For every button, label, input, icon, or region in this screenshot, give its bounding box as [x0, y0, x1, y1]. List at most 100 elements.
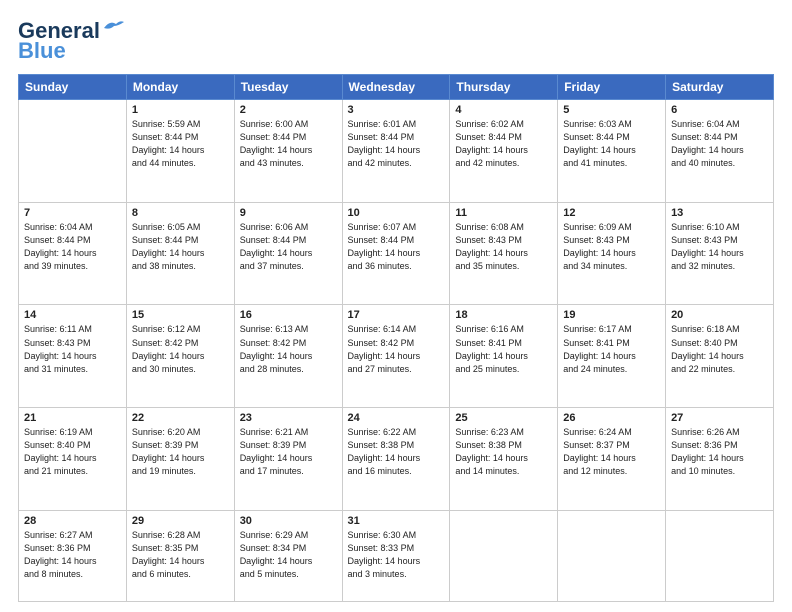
- calendar-cell: 26 Sunrise: 6:24 AM Sunset: 8:37 PM Dayli…: [558, 408, 666, 511]
- day-number: 22: [132, 412, 229, 424]
- day-number: 8: [132, 207, 229, 219]
- calendar-cell: 16 Sunrise: 6:13 AM Sunset: 8:42 PM Dayli…: [234, 305, 342, 408]
- day-info: Sunrise: 6:03 AM Sunset: 8:44 PM Dayligh…: [563, 118, 660, 170]
- calendar-cell: 18Sunrise: 6:16 AM Sunset: 8:41 PM Dayli…: [450, 305, 558, 408]
- day-number: 1: [132, 104, 229, 116]
- calendar-cell: [19, 100, 127, 203]
- day-number: 5: [563, 104, 660, 116]
- weekday-header: Tuesday: [234, 75, 342, 100]
- calendar-cell: 6Sunrise: 6:04 AM Sunset: 8:44 PM Daylig…: [666, 100, 774, 203]
- day-info: Sunrise: 6:01 AM Sunset: 8:44 PM Dayligh…: [348, 118, 445, 170]
- day-number: 13: [671, 207, 768, 219]
- calendar-cell: 31 Sunrise: 6:30 AM Sunset: 8:33 PM Dayli…: [342, 510, 450, 601]
- calendar-cell: 4 Sunrise: 6:02 AM Sunset: 8:44 PM Daylig…: [450, 100, 558, 203]
- day-info: Sunrise: 6:14 AM Sunset: 8:42 PM Dayligh…: [348, 323, 445, 375]
- weekday-header: Friday: [558, 75, 666, 100]
- day-number: 4: [455, 104, 552, 116]
- day-info: Sunrise: 6:24 AM Sunset: 8:37 PM Dayligh…: [563, 426, 660, 478]
- calendar-cell: 22 Sunrise: 6:20 AM Sunset: 8:39 PM Dayli…: [126, 408, 234, 511]
- calendar-cell: 27Sunrise: 6:26 AM Sunset: 8:36 PM Dayli…: [666, 408, 774, 511]
- calendar-header: SundayMondayTuesdayWednesdayThursdayFrid…: [19, 75, 774, 100]
- calendar-cell: 23 Sunrise: 6:21 AM Sunset: 8:39 PM Dayli…: [234, 408, 342, 511]
- day-info: Sunrise: 6:20 AM Sunset: 8:39 PM Dayligh…: [132, 426, 229, 478]
- day-info: Sunrise: 6:30 AM Sunset: 8:33 PM Dayligh…: [348, 529, 445, 581]
- day-number: 10: [348, 207, 445, 219]
- day-info: Sunrise: 6:18 AM Sunset: 8:40 PM Dayligh…: [671, 323, 768, 375]
- day-info: Sunrise: 6:07 AM Sunset: 8:44 PM Dayligh…: [348, 221, 445, 273]
- logo-blue: Blue: [18, 38, 66, 64]
- calendar-cell: 15 Sunrise: 6:12 AM Sunset: 8:42 PM Dayli…: [126, 305, 234, 408]
- calendar-week-row: 14 Sunrise: 6:11 AM Sunset: 8:43 PM Dayli…: [19, 305, 774, 408]
- day-number: 26: [563, 412, 660, 424]
- calendar-cell: 30Sunrise: 6:29 AM Sunset: 8:34 PM Dayli…: [234, 510, 342, 601]
- calendar-cell: 25 Sunrise: 6:23 AM Sunset: 8:38 PM Dayli…: [450, 408, 558, 511]
- calendar-cell: 2 Sunrise: 6:00 AM Sunset: 8:44 PM Daylig…: [234, 100, 342, 203]
- weekday-header: Wednesday: [342, 75, 450, 100]
- day-info: Sunrise: 6:22 AM Sunset: 8:38 PM Dayligh…: [348, 426, 445, 478]
- day-number: 9: [240, 207, 337, 219]
- day-info: Sunrise: 6:10 AM Sunset: 8:43 PM Dayligh…: [671, 221, 768, 273]
- day-number: 31: [348, 515, 445, 527]
- logo-bird-icon: [102, 18, 124, 36]
- page: General Blue SundayMondayTuesdayWednesda…: [0, 0, 792, 612]
- day-info: Sunrise: 6:26 AM Sunset: 8:36 PM Dayligh…: [671, 426, 768, 478]
- day-number: 7: [24, 207, 121, 219]
- day-info: Sunrise: 6:27 AM Sunset: 8:36 PM Dayligh…: [24, 529, 121, 581]
- day-info: Sunrise: 6:12 AM Sunset: 8:42 PM Dayligh…: [132, 323, 229, 375]
- day-number: 23: [240, 412, 337, 424]
- calendar-cell: 9 Sunrise: 6:06 AM Sunset: 8:44 PM Daylig…: [234, 202, 342, 305]
- calendar-cell: 17 Sunrise: 6:14 AM Sunset: 8:42 PM Dayli…: [342, 305, 450, 408]
- calendar-cell: [666, 510, 774, 601]
- weekday-row: SundayMondayTuesdayWednesdayThursdayFrid…: [19, 75, 774, 100]
- calendar-cell: 3 Sunrise: 6:01 AM Sunset: 8:44 PM Daylig…: [342, 100, 450, 203]
- weekday-header: Monday: [126, 75, 234, 100]
- day-number: 14: [24, 309, 121, 321]
- day-info: Sunrise: 6:23 AM Sunset: 8:38 PM Dayligh…: [455, 426, 552, 478]
- day-number: 3: [348, 104, 445, 116]
- calendar-cell: [450, 510, 558, 601]
- calendar-cell: 14 Sunrise: 6:11 AM Sunset: 8:43 PM Dayli…: [19, 305, 127, 408]
- weekday-header: Saturday: [666, 75, 774, 100]
- day-number: 11: [455, 207, 552, 219]
- day-info: Sunrise: 6:13 AM Sunset: 8:42 PM Dayligh…: [240, 323, 337, 375]
- calendar-table: SundayMondayTuesdayWednesdayThursdayFrid…: [18, 74, 774, 602]
- day-info: Sunrise: 6:21 AM Sunset: 8:39 PM Dayligh…: [240, 426, 337, 478]
- day-number: 28: [24, 515, 121, 527]
- weekday-header: Thursday: [450, 75, 558, 100]
- day-info: Sunrise: 6:11 AM Sunset: 8:43 PM Dayligh…: [24, 323, 121, 375]
- calendar-cell: 1 Sunrise: 5:59 AM Sunset: 8:44 PM Daylig…: [126, 100, 234, 203]
- calendar-week-row: 28 Sunrise: 6:27 AM Sunset: 8:36 PM Dayli…: [19, 510, 774, 601]
- day-info: Sunrise: 6:06 AM Sunset: 8:44 PM Dayligh…: [240, 221, 337, 273]
- day-info: Sunrise: 6:04 AM Sunset: 8:44 PM Dayligh…: [24, 221, 121, 273]
- calendar-cell: [558, 510, 666, 601]
- calendar-week-row: 1 Sunrise: 5:59 AM Sunset: 8:44 PM Daylig…: [19, 100, 774, 203]
- day-info: Sunrise: 6:05 AM Sunset: 8:44 PM Dayligh…: [132, 221, 229, 273]
- day-info: Sunrise: 5:59 AM Sunset: 8:44 PM Dayligh…: [132, 118, 229, 170]
- calendar-week-row: 21Sunrise: 6:19 AM Sunset: 8:40 PM Dayli…: [19, 408, 774, 511]
- day-number: 16: [240, 309, 337, 321]
- day-info: Sunrise: 6:28 AM Sunset: 8:35 PM Dayligh…: [132, 529, 229, 581]
- calendar-cell: 20 Sunrise: 6:18 AM Sunset: 8:40 PM Dayli…: [666, 305, 774, 408]
- day-number: 2: [240, 104, 337, 116]
- day-number: 15: [132, 309, 229, 321]
- day-info: Sunrise: 6:02 AM Sunset: 8:44 PM Dayligh…: [455, 118, 552, 170]
- calendar-week-row: 7 Sunrise: 6:04 AM Sunset: 8:44 PM Daylig…: [19, 202, 774, 305]
- calendar-cell: 13 Sunrise: 6:10 AM Sunset: 8:43 PM Dayli…: [666, 202, 774, 305]
- day-info: Sunrise: 6:16 AM Sunset: 8:41 PM Dayligh…: [455, 323, 552, 375]
- day-number: 30: [240, 515, 337, 527]
- calendar-cell: 24Sunrise: 6:22 AM Sunset: 8:38 PM Dayli…: [342, 408, 450, 511]
- calendar-cell: 11Sunrise: 6:08 AM Sunset: 8:43 PM Dayli…: [450, 202, 558, 305]
- day-number: 29: [132, 515, 229, 527]
- header: General Blue: [18, 18, 774, 64]
- calendar-cell: 21Sunrise: 6:19 AM Sunset: 8:40 PM Dayli…: [19, 408, 127, 511]
- day-info: Sunrise: 6:09 AM Sunset: 8:43 PM Dayligh…: [563, 221, 660, 273]
- calendar-cell: 12Sunrise: 6:09 AM Sunset: 8:43 PM Dayli…: [558, 202, 666, 305]
- day-info: Sunrise: 6:19 AM Sunset: 8:40 PM Dayligh…: [24, 426, 121, 478]
- day-info: Sunrise: 6:17 AM Sunset: 8:41 PM Dayligh…: [563, 323, 660, 375]
- day-number: 25: [455, 412, 552, 424]
- calendar-cell: 29 Sunrise: 6:28 AM Sunset: 8:35 PM Dayli…: [126, 510, 234, 601]
- day-info: Sunrise: 6:00 AM Sunset: 8:44 PM Dayligh…: [240, 118, 337, 170]
- calendar-cell: 19Sunrise: 6:17 AM Sunset: 8:41 PM Dayli…: [558, 305, 666, 408]
- day-number: 20: [671, 309, 768, 321]
- day-number: 17: [348, 309, 445, 321]
